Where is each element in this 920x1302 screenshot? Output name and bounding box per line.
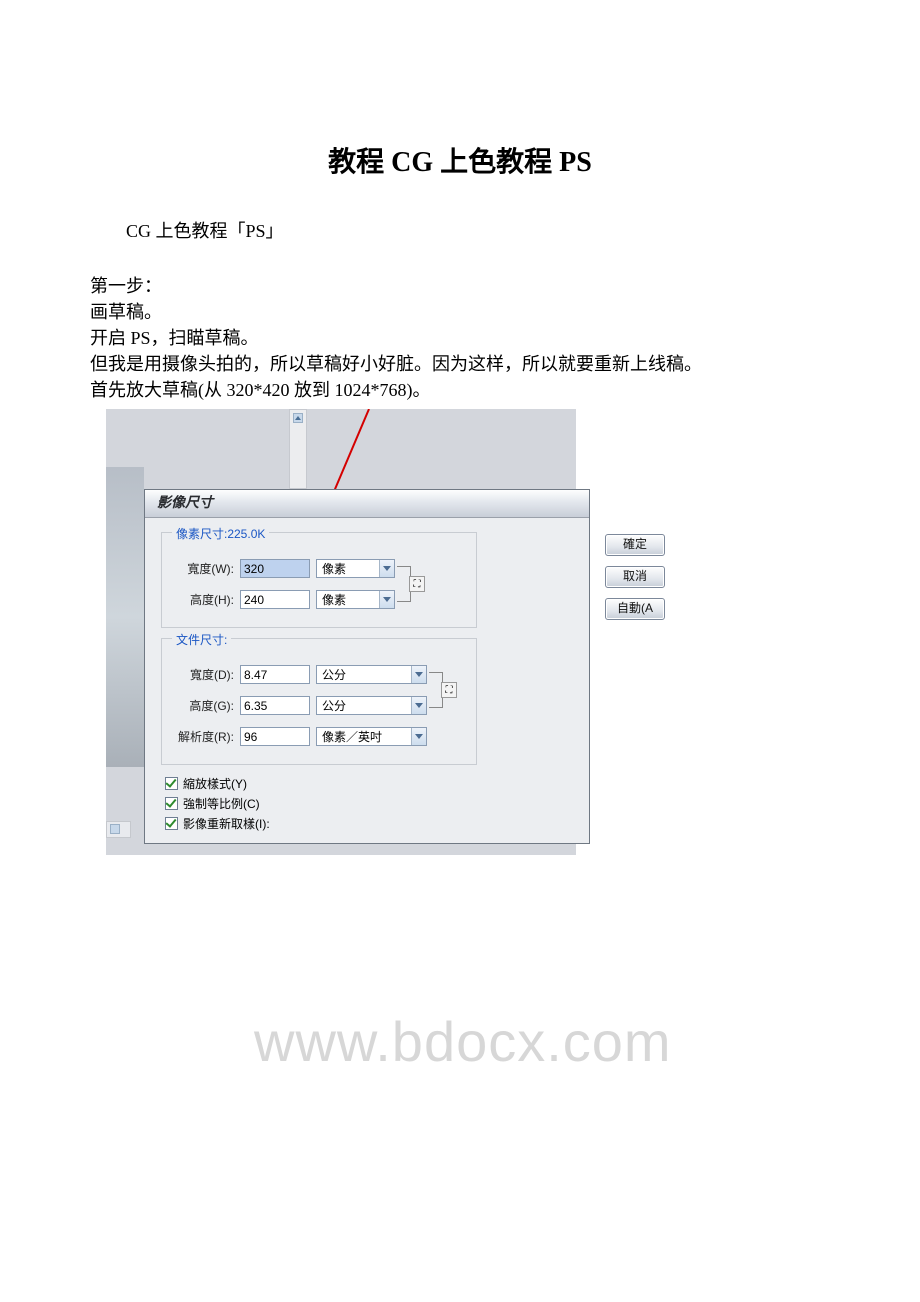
scroll-left-arrow-icon[interactable] (110, 824, 120, 834)
width-w-input[interactable] (240, 559, 310, 578)
resolution-unit-value: 像素／英吋 (317, 728, 411, 745)
horizontal-scrollbar[interactable] (106, 821, 131, 838)
scale-styles-checkbox[interactable] (165, 777, 178, 790)
width-w-label: 寬度(W): (176, 560, 234, 577)
document-size-group: 文件尺寸: 寬度(D): 公分 (161, 638, 477, 765)
body-line-4: 首先放大草稿(从 320*420 放到 1024*768)。 (90, 377, 830, 403)
height-h-unit-select[interactable]: 像素 (316, 590, 395, 609)
subtitle-line: CG 上色教程「PS」 (90, 218, 830, 245)
chevron-down-icon[interactable] (379, 560, 394, 577)
height-h-input[interactable] (240, 590, 310, 609)
pixel-dimensions-legend: 像素尺寸:225.0K (172, 525, 269, 542)
document-size-legend: 文件尺寸: (172, 631, 231, 648)
ok-button[interactable]: 確定 (605, 534, 665, 556)
cancel-button[interactable]: 取消 (605, 566, 665, 588)
width-d-unit-value: 公分 (317, 666, 411, 683)
scroll-up-arrow-icon[interactable] (293, 413, 303, 423)
width-w-unit-select[interactable]: 像素 (316, 559, 395, 578)
resolution-input[interactable] (240, 727, 310, 746)
width-d-input[interactable] (240, 665, 310, 684)
width-d-unit-select[interactable]: 公分 (316, 665, 427, 684)
height-g-unit-select[interactable]: 公分 (316, 696, 427, 715)
chevron-down-icon[interactable] (411, 728, 426, 745)
canvas-image-sliver (106, 467, 144, 767)
page-title: 教程 CG 上色教程 PS (90, 140, 830, 180)
embedded-screenshot: 影像尺寸 確定 取消 自動(A 像素尺寸:225.0K 寬度(W): (106, 409, 576, 855)
constrain-proportions-label: 強制等比例(C) (183, 795, 260, 812)
pixel-dimensions-group: 像素尺寸:225.0K 寬度(W): 像素 (161, 532, 477, 628)
height-g-label: 高度(G): (176, 697, 234, 714)
ps-canvas-area: 影像尺寸 確定 取消 自動(A 像素尺寸:225.0K 寬度(W): (106, 409, 576, 855)
dialog-titlebar[interactable]: 影像尺寸 (145, 490, 589, 518)
height-g-unit-value: 公分 (317, 697, 411, 714)
constrain-proportions-checkbox[interactable] (165, 797, 178, 810)
step-heading: 第一步： (90, 273, 830, 299)
body-line-2: 开启 PS，扫瞄草稿。 (90, 325, 830, 351)
height-h-unit-value: 像素 (317, 591, 379, 608)
chevron-down-icon[interactable] (379, 591, 394, 608)
resample-image-label: 影像重新取樣(I): (183, 815, 270, 832)
image-size-dialog: 影像尺寸 確定 取消 自動(A 像素尺寸:225.0K 寬度(W): (144, 489, 590, 844)
chain-link-icon[interactable]: ⛶ (409, 576, 425, 592)
chain-link-icon[interactable]: ⛶ (441, 682, 457, 698)
width-w-unit-value: 像素 (317, 560, 379, 577)
height-g-input[interactable] (240, 696, 310, 715)
chevron-down-icon[interactable] (411, 697, 426, 714)
watermark-text: www.bdocx.com (254, 1009, 672, 1074)
resolution-unit-select[interactable]: 像素／英吋 (316, 727, 427, 746)
resolution-label: 解析度(R): (176, 728, 234, 745)
vertical-scrollbar[interactable] (289, 409, 307, 489)
body-line-3: 但我是用摄像头拍的，所以草稿好小好脏。因为这样，所以就要重新上线稿。 (90, 351, 830, 377)
auto-button[interactable]: 自動(A (605, 598, 665, 620)
resample-image-checkbox[interactable] (165, 817, 178, 830)
scale-styles-label: 縮放樣式(Y) (183, 775, 247, 792)
chevron-down-icon[interactable] (411, 666, 426, 683)
body-line-1: 画草稿。 (90, 299, 830, 325)
height-h-label: 高度(H): (176, 591, 234, 608)
width-d-label: 寬度(D): (176, 666, 234, 683)
